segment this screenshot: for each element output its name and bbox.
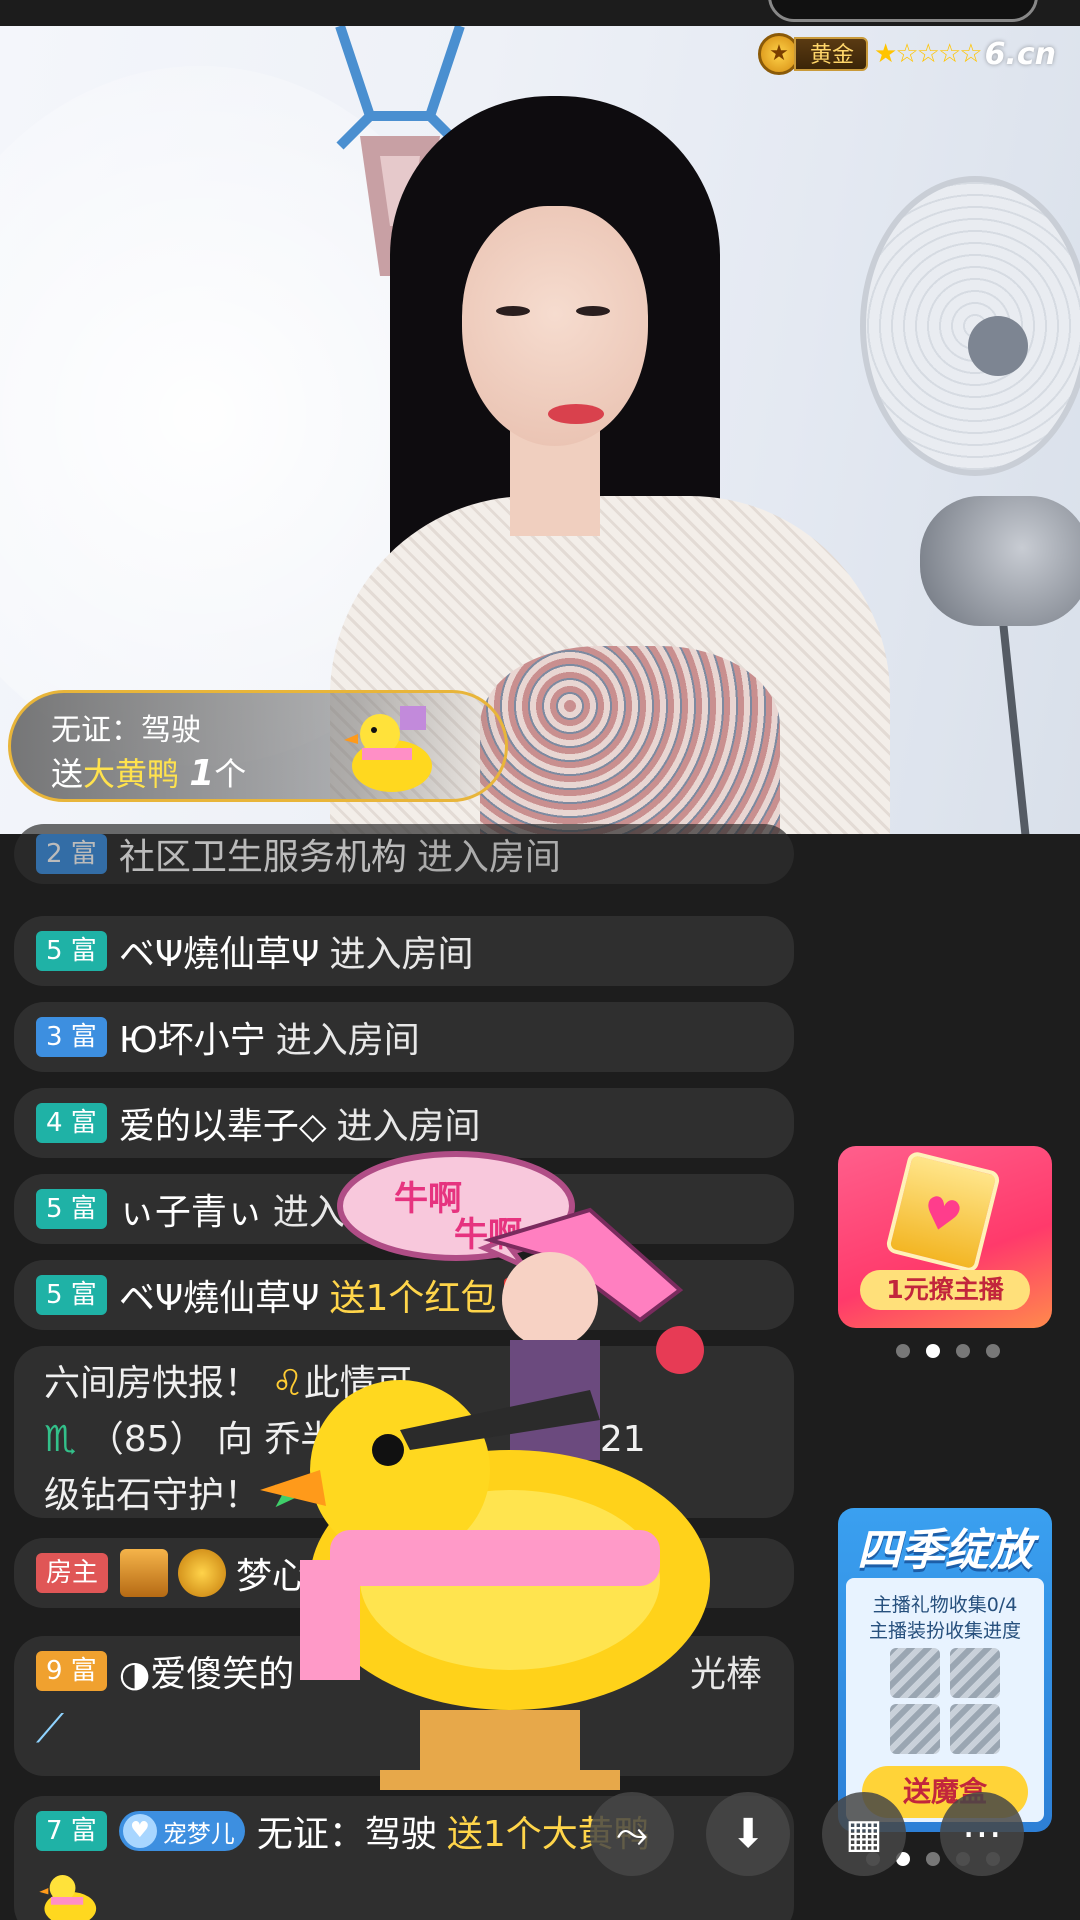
wealth-level-badge: 9 富 bbox=[36, 1651, 107, 1691]
achievement-icon bbox=[120, 1549, 169, 1597]
share-button[interactable]: ⤳ bbox=[590, 1792, 674, 1876]
chat-action: 进入房间 bbox=[336, 1106, 481, 1147]
chat-message-partial: 2 富 社区卫生服务机构 进入房间 bbox=[14, 824, 794, 884]
download-button[interactable]: ⬇ bbox=[706, 1792, 790, 1876]
duck-gift-icon bbox=[344, 706, 432, 792]
collection-thumb bbox=[950, 1704, 1000, 1754]
chat-message: 3 富 Ю坏小宁 进入房间 bbox=[14, 1002, 794, 1072]
gift-sender: 无证：驾驶 bbox=[51, 713, 201, 748]
news-line3: 级钻石守护！ bbox=[44, 1475, 261, 1516]
chat-username[interactable]: Ю坏小宁 bbox=[119, 1011, 266, 1063]
streamer-eye-right bbox=[576, 306, 610, 316]
status-strip bbox=[0, 0, 1080, 26]
chat-action: 进入房间 bbox=[416, 837, 561, 878]
gift-name: 大黄鸭 bbox=[83, 755, 180, 793]
collection-thumb bbox=[950, 1648, 1000, 1698]
duck-gift-icon bbox=[39, 1875, 97, 1920]
promo-pager-dots[interactable] bbox=[896, 1344, 1016, 1358]
mic-stand bbox=[997, 606, 1031, 834]
wealth-level-badge: 7 富 bbox=[36, 1811, 107, 1851]
collection-thumb bbox=[890, 1704, 940, 1754]
top-search-pill[interactable] bbox=[768, 0, 1038, 22]
streamer-dress bbox=[480, 646, 780, 834]
chat-username[interactable]: 社区卫生服务机构 bbox=[119, 828, 407, 880]
big-duck-gift-animation bbox=[260, 1207, 710, 1790]
chat-message: 7 富 ♥ 宠梦儿 无证：驾驶 送1个大黄鸭 bbox=[14, 1796, 794, 1920]
medal-icon bbox=[178, 1549, 227, 1597]
chat-username[interactable]: ぃ子青ぃ bbox=[119, 1183, 263, 1235]
season-title: 四季绽放 bbox=[857, 1525, 1033, 1576]
wealth-level-badge: 2 富 bbox=[36, 834, 107, 874]
streamer-lips bbox=[548, 404, 604, 424]
gift-unit: 个 bbox=[214, 755, 247, 793]
chat-username[interactable]: 无证：驾驶 bbox=[257, 1805, 437, 1857]
wealth-level-badge: 5 富 bbox=[36, 1275, 107, 1315]
rank-label: 黄金 bbox=[794, 37, 869, 71]
fan-club-badge[interactable]: ♥ 宠梦儿 bbox=[118, 1811, 245, 1851]
scorpio-icon: ♏ bbox=[44, 1419, 77, 1460]
chat-username[interactable]: ベΨ燒仙草Ψ bbox=[119, 925, 320, 977]
more-icon: ⋯ bbox=[962, 1811, 1002, 1857]
wealth-level-badge: 5 富 bbox=[36, 1189, 107, 1229]
gift-description: 送大黄鸭 1个 bbox=[51, 749, 246, 795]
streamer-eye-left bbox=[496, 306, 530, 316]
chat-action: 进入房间 bbox=[329, 934, 474, 975]
collection-thumb bbox=[890, 1648, 940, 1698]
heart-icon: ♥ bbox=[122, 1814, 157, 1848]
anchor-rank-badge[interactable]: ★ 黄金 ★☆☆☆☆ 6.cn bbox=[758, 33, 1056, 75]
promo-card[interactable]: ♥ 1元撩主播 bbox=[838, 1146, 1052, 1328]
wealth-level-badge: 3 富 bbox=[36, 1017, 107, 1057]
season-event-card[interactable]: 四季绽放 主播礼物收集0/4 主播装扮收集进度 送魔盒 bbox=[838, 1508, 1052, 1832]
wealth-level-badge: 4 富 bbox=[36, 1103, 107, 1143]
promo-label: 1元撩主播 bbox=[860, 1270, 1030, 1310]
news-line1: 六间房快报！ bbox=[44, 1363, 261, 1404]
download-icon: ⬇ bbox=[731, 1811, 765, 1857]
microphone bbox=[920, 496, 1080, 626]
gift-count: 1 bbox=[189, 753, 215, 794]
site-logo: 6.cn bbox=[984, 36, 1056, 72]
grid-icon: ▦ bbox=[845, 1811, 883, 1857]
desk-fan bbox=[860, 176, 1080, 476]
share-icon: ⤳ bbox=[616, 1811, 648, 1857]
more-button[interactable]: ⋯ bbox=[940, 1792, 1024, 1876]
season-gift-progress: 主播礼物收集0/4 bbox=[872, 1594, 1018, 1616]
chat-message: 5 富 ベΨ燒仙草Ψ 进入房间 bbox=[14, 916, 794, 986]
fan-club-name: 宠梦儿 bbox=[162, 1819, 235, 1848]
live-room-screen: ★ 黄金 ★☆☆☆☆ 6.cn 无证：驾驶 送大黄鸭 1个 2 富 社区卫生服务… bbox=[0, 0, 1080, 1920]
rank-stars: ★☆☆☆☆ bbox=[874, 39, 983, 69]
grid-button[interactable]: ▦ bbox=[822, 1792, 906, 1876]
season-outfit-progress: 主播装扮收集进度 bbox=[868, 1620, 1021, 1642]
fan-hub bbox=[968, 316, 1028, 376]
chat-action: 进入房间 bbox=[275, 1020, 420, 1061]
wealth-level-badge: 5 富 bbox=[36, 931, 107, 971]
gift-prefix: 送 bbox=[51, 755, 84, 793]
chat-username[interactable]: 爱的以辈子◇ bbox=[119, 1097, 327, 1149]
room-owner-badge: 房主 bbox=[36, 1553, 109, 1593]
